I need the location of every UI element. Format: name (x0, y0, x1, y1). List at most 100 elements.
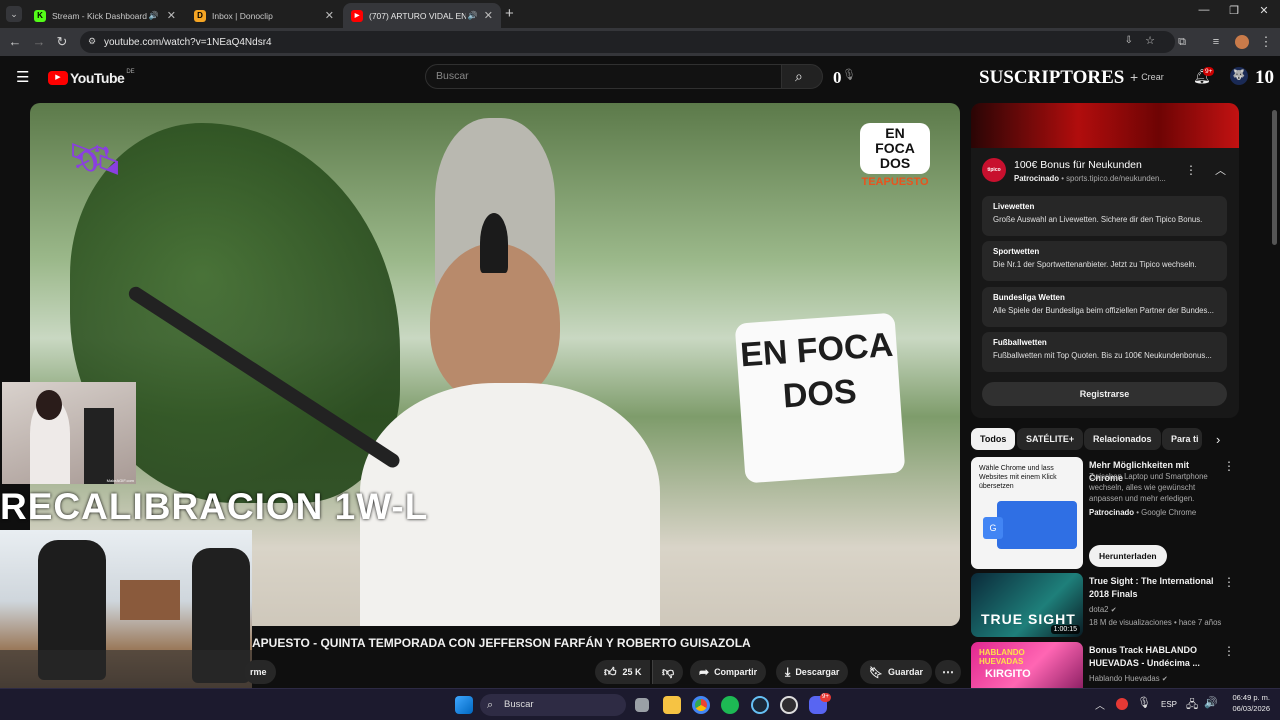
rec-title[interactable]: True Sight : The International 2018 Fina… (1089, 575, 1223, 601)
rec-thumbnail[interactable]: Wähle Chrome und lass Websites mit einem… (971, 457, 1083, 569)
rec-channel-line: dota2 ✔ (1089, 604, 1117, 616)
ad-link-sportwetten[interactable]: Sportwetten Die Nr.1 der Sportwettenanbi… (982, 241, 1227, 281)
chip-related[interactable]: Relacionados (1084, 428, 1161, 450)
account-avatar[interactable]: 🐺 (1230, 67, 1248, 85)
youtube-header: ☰ ▶ YouTube DE Buscar ⌕ 0 🎙 SUSCRIPTORES… (0, 56, 1280, 100)
taskbar-search-box[interactable]: ⌕ Buscar (480, 694, 626, 716)
rec-item-hablando-huevadas[interactable]: HABLANDO HUEVADAS KIRGITO Bonus Track HA… (971, 642, 1239, 688)
like-button[interactable]: 👍︎ 25 K (595, 660, 650, 684)
create-button[interactable]: + Crear (1130, 69, 1164, 85)
back-icon[interactable]: ← (6, 33, 24, 51)
donoclip-icon: D (194, 9, 206, 22)
reload-icon[interactable]: ↻ (53, 33, 71, 51)
forward-icon[interactable]: → (30, 33, 48, 51)
tab-kick-dashboard[interactable]: K Stream - Kick Dashboard 🔊 ✕ (26, 3, 184, 28)
download-label: Descargar (795, 667, 840, 677)
brand-sign: EN FOCA DOS (734, 312, 906, 484)
share-button[interactable]: ➦ Compartir (690, 660, 767, 684)
like-count: 25 K (622, 667, 642, 677)
youtube-logo[interactable]: ▶ YouTube DE (48, 69, 135, 86)
chip-all[interactable]: Todos (971, 428, 1016, 450)
chip-for-you[interactable]: Para ti (1162, 428, 1202, 450)
windows-start-icon[interactable] (455, 696, 473, 714)
region-code: DE (126, 69, 135, 75)
tab-search-button[interactable]: ⌄ (6, 6, 22, 22)
extensions-icon[interactable]: ⧉ (1173, 33, 1191, 51)
bookmark-star-icon[interactable]: ☆ (1145, 34, 1155, 47)
satellite-overlay-icon: 🛰 (67, 135, 123, 184)
minimize-icon[interactable]: — (1189, 4, 1219, 16)
collapse-chevron-icon[interactable]: ︿ (1215, 162, 1226, 178)
tab-donoclip[interactable]: D Inbox | Donoclip ✕ (186, 3, 342, 28)
browser-menu-icon[interactable]: ⋮ (1257, 33, 1275, 51)
tab-title: Stream - Kick Dashboard (52, 10, 147, 21)
close-window-icon[interactable]: ✕ (1249, 4, 1279, 17)
close-tab-icon[interactable]: ✕ (319, 9, 334, 22)
task-view-icon[interactable] (635, 698, 649, 712)
profile-avatar[interactable] (1235, 35, 1249, 49)
taskbar-search-placeholder: Buscar (504, 699, 534, 710)
search-button[interactable]: ⌕ (781, 64, 823, 89)
rec-menu-icon[interactable]: ⋮ (1223, 644, 1235, 658)
ad-link-title: Fußballwetten (993, 338, 1047, 347)
spotify-icon[interactable] (721, 696, 739, 714)
rec-channel[interactable]: dota2 (1089, 605, 1109, 614)
volume-icon[interactable]: 🔊 (1204, 696, 1218, 709)
install-icon[interactable]: ⇩ (1125, 35, 1133, 46)
register-button[interactable]: Registrarse (982, 382, 1227, 406)
windows-taskbar: ⌕ Buscar 9+ ︿ 🎙 ESP 🖧 🔊 06:49 p. m. 06/0… (0, 688, 1280, 720)
chrome-icon[interactable] (692, 696, 710, 714)
ad-link-fussballwetten[interactable]: Fußballwetten Fußballwetten mit Top Quot… (982, 332, 1227, 372)
download-chrome-button[interactable]: Herunterladen (1089, 545, 1167, 567)
chip-satelite[interactable]: SATÉLITE+ (1017, 428, 1084, 450)
chips-next-chevron-icon[interactable]: › (1216, 432, 1220, 447)
ad-link-bundesliga[interactable]: Bundesliga Wetten Alle Spiele der Bundes… (982, 287, 1227, 327)
steam-icon[interactable] (751, 696, 769, 714)
new-tab-button[interactable]: + (505, 5, 514, 22)
sponsor-label: Patrocinado (1089, 508, 1135, 517)
close-tab-icon[interactable]: ✕ (161, 9, 176, 22)
rec-thumbnail[interactable]: HABLANDO HUEVADAS KIRGITO (971, 642, 1083, 688)
hamburger-menu-icon[interactable]: ☰ (16, 68, 29, 86)
ad-link-livewetten[interactable]: Livewetten Große Auswahl an Livewetten. … (982, 196, 1227, 236)
rec-menu-icon[interactable]: ⋮ (1223, 459, 1235, 473)
tray-app-icon[interactable] (1116, 698, 1128, 710)
subscribe-button[interactable]: rme (244, 660, 276, 684)
voice-search-counter[interactable]: 0 (833, 68, 842, 88)
video-title: APUESTO - QUINTA TEMPORADA CON JEFFERSON… (252, 636, 751, 650)
tray-chevron-icon[interactable]: ︿ (1095, 697, 1105, 712)
rec-title[interactable]: Bonus Track HABLANDO HUEVADAS - Undécima… (1089, 644, 1223, 670)
media-control-icon[interactable]: ≡ (1207, 33, 1225, 51)
translate-icon: G (983, 517, 1003, 539)
address-bar[interactable]: ⚙ youtube.com/watch?v=1NEaQ4Ndsr4 ⇩ ☆ (80, 31, 1175, 53)
obs-icon[interactable] (780, 696, 798, 714)
site-info-icon[interactable]: ⚙ (88, 36, 96, 47)
network-icon[interactable]: 🖧 (1186, 696, 1198, 715)
rec-channel[interactable]: Hablando Huevadas (1089, 674, 1160, 683)
language-indicator[interactable]: ESP (1161, 700, 1177, 709)
rec-menu-icon[interactable]: ⋮ (1223, 575, 1235, 589)
dislike-button[interactable]: 👎︎ (652, 660, 684, 684)
rec-item-true-sight[interactable]: TRUE SIGHT 1:00:15 True Sight : The Inte… (971, 573, 1239, 637)
tab-youtube-video[interactable]: ▶ (707) ARTURO VIDAL EN EN 🔊 ✕ (343, 3, 501, 28)
ad-banner-image[interactable] (971, 103, 1239, 148)
ad-menu-icon[interactable]: ⋮ (1185, 163, 1197, 177)
voice-search-icon[interactable]: 🎙 (842, 68, 856, 81)
search-input[interactable]: Buscar (425, 64, 782, 89)
page-scrollbar[interactable] (1272, 110, 1277, 245)
chip-for-you-label: Para ti (1171, 434, 1199, 444)
rec-item-chrome-ad[interactable]: Wähle Chrome und lass Websites mit einem… (971, 457, 1239, 569)
file-explorer-icon[interactable] (663, 696, 681, 714)
rec-thumbnail[interactable]: TRUE SIGHT 1:00:15 (971, 573, 1083, 637)
microphone-icon[interactable]: 🎙 (1137, 696, 1151, 709)
restore-icon[interactable]: ❐ (1219, 4, 1249, 17)
rec-channel: Google Chrome (1141, 508, 1197, 517)
close-tab-icon[interactable]: ✕ (478, 9, 493, 22)
clock[interactable]: 06:49 p. m. 06/03/2026 (1222, 692, 1270, 714)
more-actions-button[interactable]: ⋯ (935, 660, 961, 684)
save-button[interactable]: 🔖︎ Guardar (860, 660, 932, 684)
plus-icon: + (1130, 69, 1139, 85)
kick-icon: K (34, 9, 46, 22)
download-button[interactable]: ⤓ Descargar (776, 660, 849, 684)
ad-title[interactable]: 100€ Bonus für Neukunden (1014, 159, 1142, 171)
